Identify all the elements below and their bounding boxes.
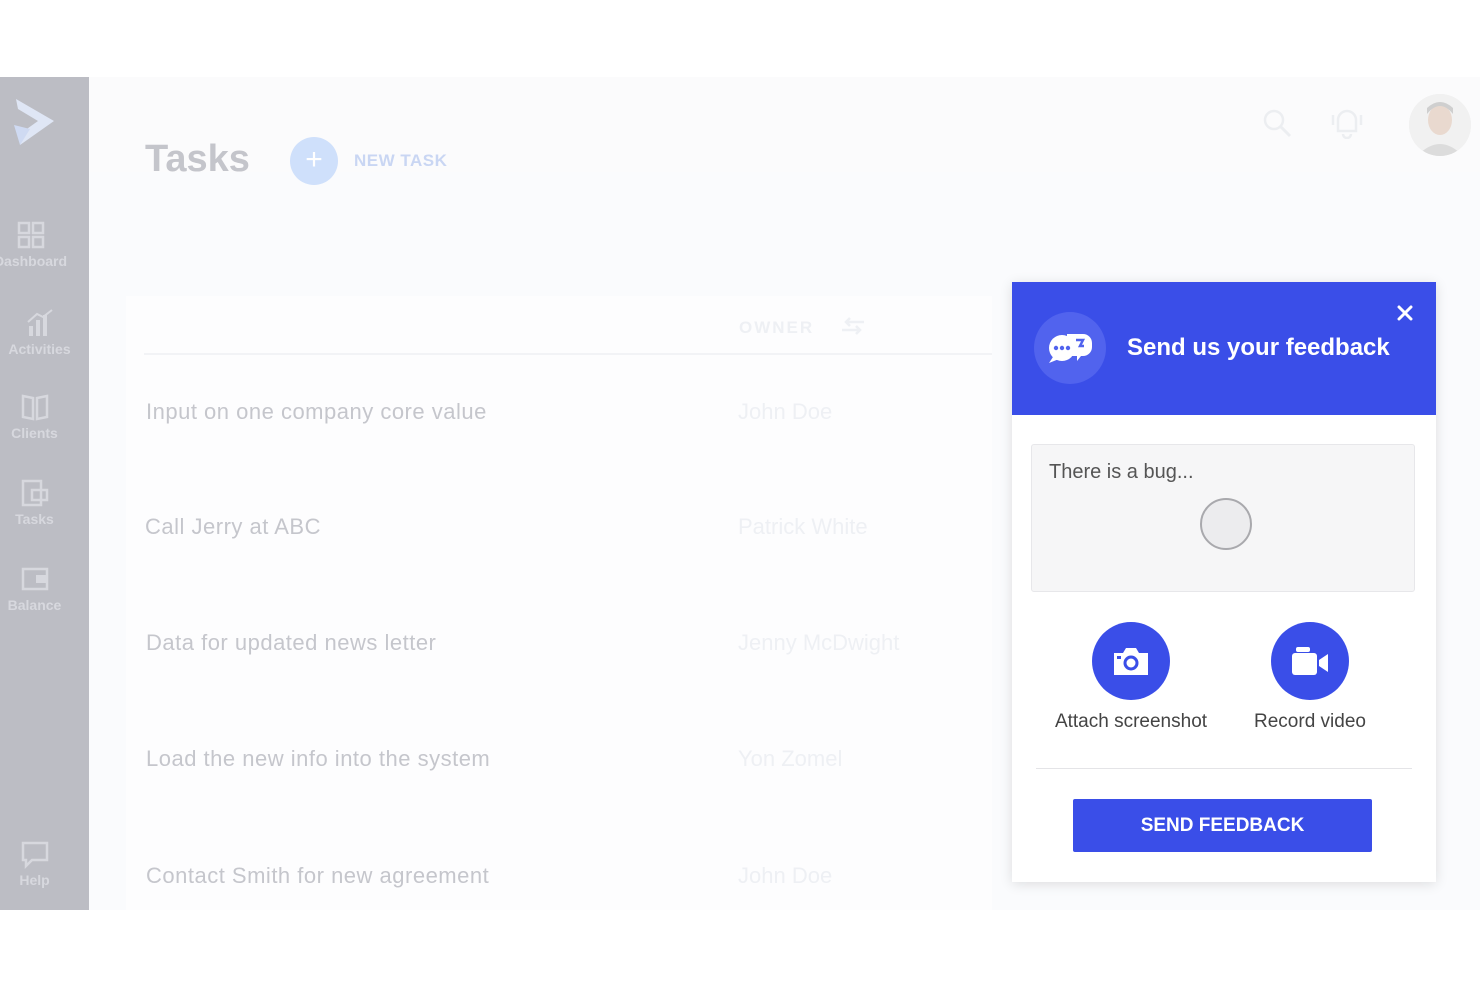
user-avatar-icon	[1409, 94, 1471, 156]
attach-screenshot-button[interactable]: Attach screenshot	[1041, 622, 1221, 733]
sidebar-item-label: Activities	[8, 341, 71, 357]
task-name: Data for updated news letter	[146, 630, 437, 655]
sidebar-item-clients[interactable]: Clients	[0, 392, 79, 441]
new-task-label: NEW TASK	[354, 151, 448, 170]
logo-icon[interactable]	[10, 95, 62, 150]
feedback-divider	[1036, 768, 1412, 769]
task-owner: John Doe	[738, 399, 833, 424]
video-camera-icon	[1292, 647, 1328, 675]
activities-icon	[26, 309, 53, 336]
plus-icon: +	[290, 137, 338, 185]
sidebar-item-label: Tasks	[15, 511, 54, 527]
chat-bubbles-icon	[1049, 334, 1092, 363]
task-owner: Jenny McDwight	[738, 630, 900, 655]
feedback-widget: Send us your feedback There is a bug... …	[1012, 282, 1436, 882]
table-row[interactable]: Call Jerry at ABC Patrick White	[126, 508, 992, 548]
task-name: Input on one company core value	[146, 399, 487, 424]
task-name: Call Jerry at ABC	[145, 514, 321, 539]
task-owner: John Doe	[738, 863, 833, 888]
sidebar-item-activities[interactable]: Activities	[0, 308, 84, 357]
bell-icon[interactable]	[1329, 105, 1365, 139]
sidebar-item-dashboard[interactable]: Dashboard	[0, 220, 75, 269]
sidebar-item-help[interactable]: Help	[0, 839, 79, 888]
new-task-button[interactable]: + NEW TASK	[290, 137, 447, 185]
search-icon[interactable]	[1261, 107, 1293, 139]
sidebar: Dashboard Activities Clients Tasks Balan…	[0, 77, 89, 910]
task-table: OWNER Input on one company core value Jo…	[126, 296, 992, 910]
record-video-label: Record video	[1254, 711, 1366, 732]
feedback-badge	[1034, 312, 1106, 384]
task-name: Contact Smith for new agreement	[146, 863, 490, 888]
sort-icon[interactable]	[840, 316, 866, 336]
task-owner: Yon Zomel	[738, 746, 843, 771]
record-video-circle[interactable]	[1271, 622, 1349, 700]
task-name: Load the new info into the system	[146, 746, 491, 771]
attach-screenshot-circle[interactable]	[1092, 622, 1170, 700]
table-row[interactable]: Input on one company core value John Doe	[126, 393, 992, 433]
attach-screenshot-label: Attach screenshot	[1054, 711, 1208, 732]
help-icon	[21, 841, 48, 869]
sidebar-item-balance[interactable]: Balance	[0, 564, 79, 613]
owner-column-header[interactable]: OWNER	[739, 318, 814, 338]
table-row[interactable]: Contact Smith for new agreement John Doe	[126, 857, 992, 897]
balance-icon	[21, 567, 48, 591]
sidebar-item-label: Balance	[7, 597, 62, 613]
send-feedback-button[interactable]: SEND FEEDBACK	[1073, 799, 1372, 852]
sidebar-item-label: Help	[19, 872, 50, 888]
avatar[interactable]	[1409, 94, 1471, 156]
sidebar-item-tasks[interactable]: Tasks	[0, 478, 79, 527]
table-row[interactable]: Load the new info into the system Yon Zo…	[126, 740, 992, 780]
clients-icon	[21, 394, 48, 421]
sidebar-item-label: Clients	[11, 425, 58, 441]
camera-icon	[1114, 648, 1148, 675]
feedback-title: Send us your feedback	[1127, 334, 1390, 361]
task-owner: Patrick White	[738, 514, 868, 539]
close-icon[interactable]	[1392, 300, 1418, 326]
feedback-header: Send us your feedback	[1012, 282, 1436, 415]
table-header-divider	[144, 353, 992, 355]
table-row[interactable]: Data for updated news letter Jenny McDwi…	[126, 624, 992, 664]
dashboard-icon	[17, 221, 44, 249]
record-video-button[interactable]: Record video	[1220, 622, 1400, 733]
feedback-message-input[interactable]: There is a bug...	[1031, 444, 1415, 592]
page-title: Tasks	[145, 138, 250, 180]
sidebar-item-label: Dashboard	[0, 253, 68, 269]
tasks-icon	[21, 479, 48, 507]
